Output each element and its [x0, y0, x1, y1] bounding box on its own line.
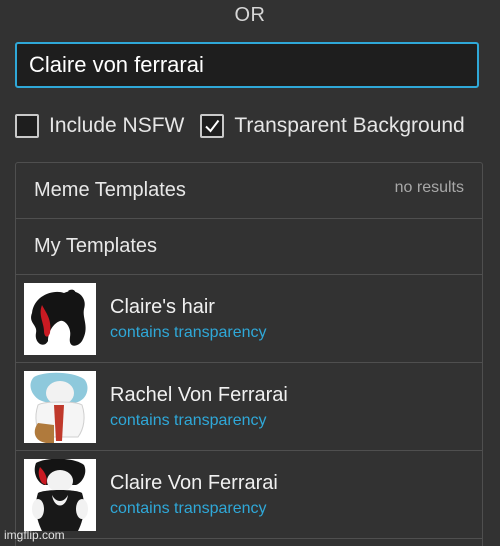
template-thumbnail: [24, 282, 96, 355]
template-title: Claire Von Ferrarai: [110, 471, 278, 494]
site-watermark: imgflip.com: [4, 528, 65, 542]
character-figure-icon: [32, 458, 88, 531]
template-thumbnail: [24, 370, 96, 443]
my-templates-section: My Templates: [16, 219, 482, 275]
meme-templates-status: no results: [394, 179, 464, 196]
hair-silhouette-icon: [31, 289, 86, 346]
include-nsfw-checkbox[interactable]: [15, 114, 39, 138]
template-thumbnail: [24, 458, 96, 531]
include-nsfw-label[interactable]: Include NSFW: [49, 114, 184, 138]
transparent-background-checkbox[interactable]: [200, 114, 225, 138]
transparent-background-label[interactable]: Transparent Background: [234, 114, 464, 138]
template-result-item[interactable]: Claire's hair contains transparency: [16, 275, 482, 363]
template-result-item[interactable]: Rachel Von Ferrarai contains transparenc…: [16, 363, 482, 451]
my-templates-heading: My Templates: [34, 235, 158, 257]
character-figure-icon: [30, 372, 88, 443]
or-divider-label: OR: [234, 4, 266, 26]
meme-templates-section: Meme Templates no results: [16, 163, 482, 219]
search-options: Include NSFW Transparent Background: [15, 112, 481, 140]
template-title: Rachel Von Ferrarai: [110, 383, 288, 406]
template-result-item[interactable]: Claire Von Ferrarai contains transparenc…: [16, 451, 482, 539]
meme-templates-heading: Meme Templates: [34, 179, 186, 201]
template-search-input[interactable]: [15, 42, 479, 88]
checkmark-icon: [205, 119, 220, 133]
template-transparency-note: contains transparency: [110, 411, 267, 429]
template-transparency-note: contains transparency: [110, 499, 267, 517]
template-results-list: Meme Templates no results My Templates C…: [15, 162, 483, 546]
template-title: Claire's hair: [110, 295, 215, 318]
template-transparency-note: contains transparency: [110, 323, 267, 341]
